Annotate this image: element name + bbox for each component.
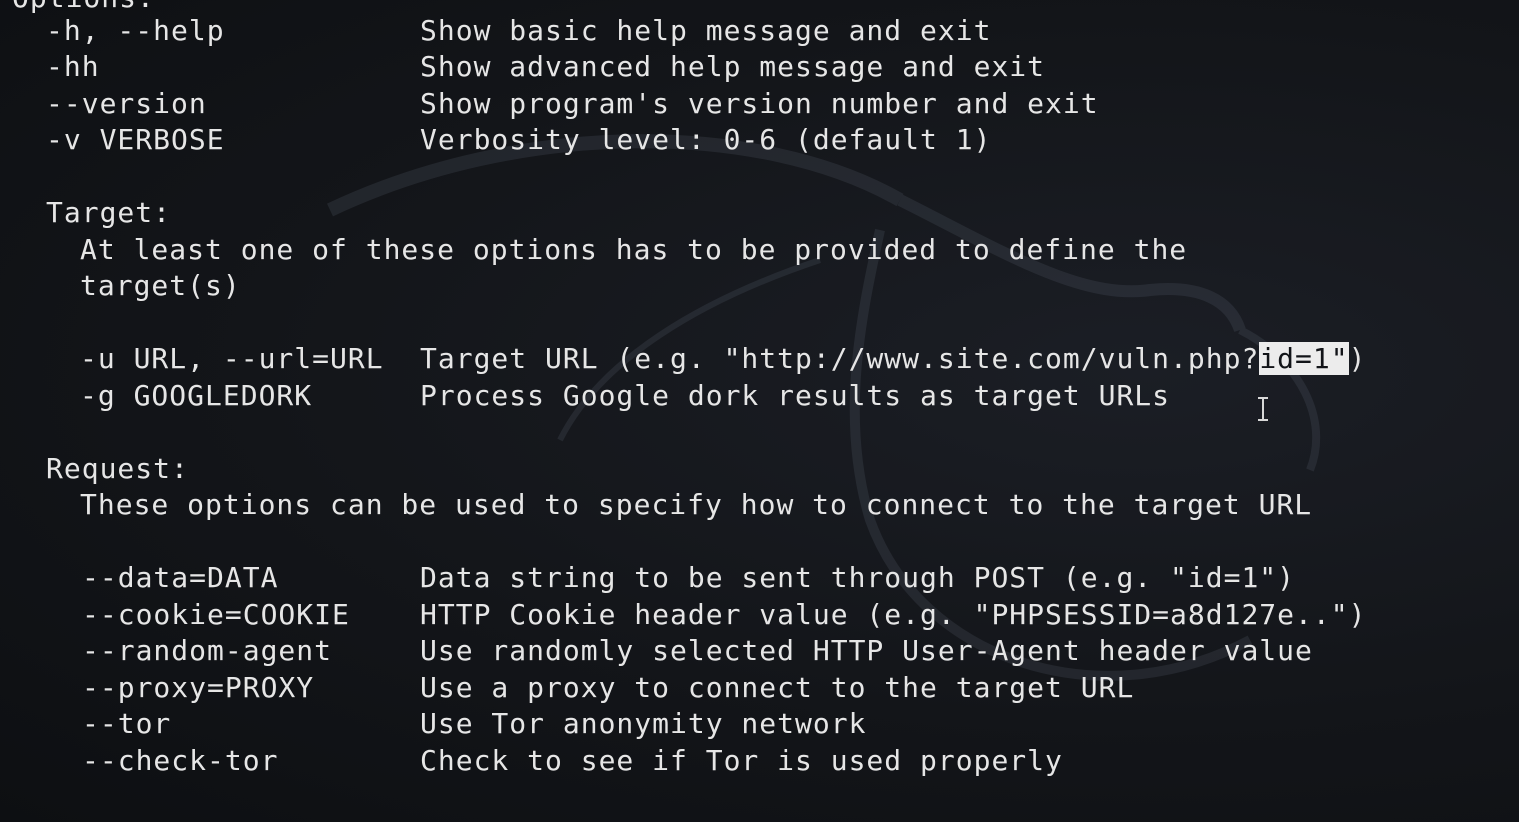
option-url-flag: -u URL, --url=URL — [80, 342, 384, 375]
terminal-window[interactable]: Options: -h, --help Show basic help mess… — [0, 0, 1519, 822]
target-header: Target: — [46, 196, 172, 229]
option-verbose-flag: -v VERBOSE — [46, 123, 225, 156]
option-verbose-desc: Verbosity level: 0-6 (default 1) — [420, 123, 992, 156]
option-random-agent-desc: Use randomly selected HTTP User-Agent he… — [420, 634, 1313, 667]
option-proxy-desc: Use a proxy to connect to the target URL — [420, 671, 1135, 704]
request-header: Request: — [46, 452, 189, 485]
option-version-desc: Show program's version number and exit — [420, 87, 1099, 120]
option-check-tor-desc: Check to see if Tor is used properly — [420, 744, 1063, 777]
option-tor-desc: Use Tor anonymity network — [420, 707, 867, 740]
option-check-tor-flag: --check-tor — [82, 744, 279, 777]
option-hh-desc: Show advanced help message and exit — [420, 50, 1046, 83]
option-cookie-flag: --cookie=COOKIE — [82, 598, 350, 631]
option-url-desc-tail: ) — [1348, 342, 1367, 375]
option-hh-flag: -hh — [46, 50, 100, 83]
option-url-desc-text: Target URL (e.g. "http://www.site.com/vu… — [420, 342, 1260, 375]
option-tor-flag: --tor — [82, 707, 172, 740]
option-help-desc: Show basic help message and exit — [420, 14, 992, 47]
option-proxy-flag: --proxy=PROXY — [82, 671, 315, 704]
text-cursor-icon — [1258, 397, 1268, 421]
option-cookie-desc: HTTP Cookie header value (e.g. "PHPSESSI… — [420, 598, 1367, 631]
request-intro: These options can be used to specify how… — [80, 488, 1313, 521]
option-data-flag: --data=DATA — [82, 561, 279, 594]
target-intro-line1: At least one of these options has to be … — [80, 233, 1188, 266]
text-selection[interactable]: id=1" — [1259, 342, 1349, 375]
target-intro-line2: target(s) — [80, 269, 241, 302]
option-googledork-desc: Process Google dork results as target UR… — [420, 379, 1171, 412]
option-data-desc: Data string to be sent through POST (e.g… — [420, 561, 1296, 594]
option-url-desc[interactable]: Target URL (e.g. "http://www.site.com/vu… — [420, 341, 1366, 377]
option-random-agent-flag: --random-agent — [82, 634, 333, 667]
option-help-flag: -h, --help — [46, 14, 225, 47]
option-googledork-flag: -g GOOGLEDORK — [80, 379, 313, 412]
option-version-flag: --version — [46, 87, 207, 120]
